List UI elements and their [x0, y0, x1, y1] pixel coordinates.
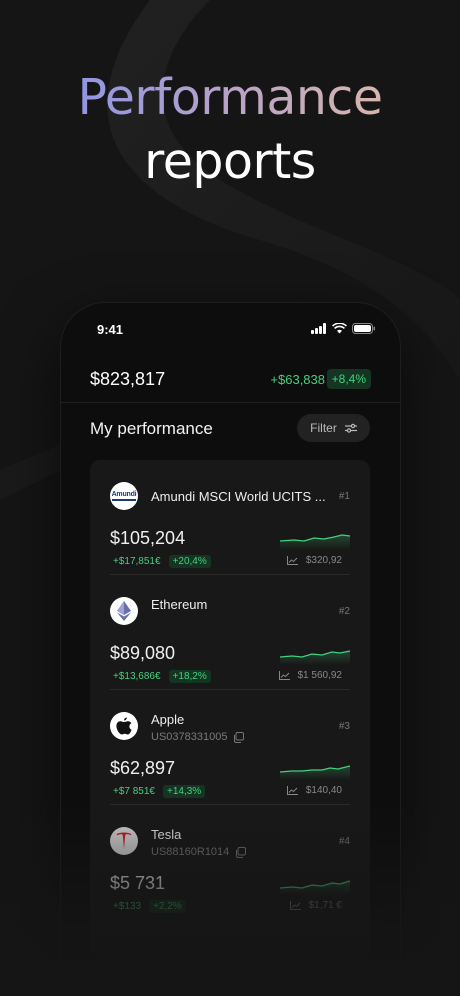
- headline: Performance reports: [0, 70, 460, 190]
- headline-line-1: Performance: [0, 70, 460, 126]
- ethereum-icon: [110, 597, 138, 625]
- asset-name: Tesla: [151, 827, 182, 842]
- sliders-icon: [344, 423, 357, 433]
- asset-change-abs: +$17,851€: [113, 556, 161, 567]
- asset-rank: #2: [338, 606, 350, 617]
- filter-button[interactable]: Filter: [297, 414, 370, 442]
- asset-change-abs: +$133: [113, 901, 142, 912]
- portfolio-gain-pct: +8,4%: [326, 369, 371, 389]
- asset-row[interactable]: Ethereum #2 $89,080 +$13,686€ +18,2% $1 …: [90, 575, 370, 690]
- asset-change-pct: +14,3%: [163, 785, 206, 798]
- phone-mockup: 9:41 $823,817 +$63,838 +8,4% My performa…: [61, 303, 400, 996]
- asset-value: $62,897: [110, 758, 176, 778]
- amundi-logo-text: Amundi: [111, 491, 137, 501]
- asset-change-pct: +2,2%: [149, 900, 186, 913]
- asset-name: Apple: [151, 712, 185, 727]
- asset-price: $1 560,92: [297, 670, 343, 681]
- status-time: 9:41: [97, 322, 124, 337]
- wifi-icon: [332, 323, 347, 334]
- tesla-icon: [110, 827, 138, 855]
- divider: [61, 402, 400, 403]
- portfolio-summary: $823,817 +$63,838 +8,4%: [61, 365, 400, 401]
- battery-icon: [352, 323, 375, 334]
- filter-label: Filter: [310, 421, 337, 435]
- asset-value: $89,080: [110, 643, 176, 663]
- amundi-logo: Amundi: [110, 482, 138, 510]
- chart-icon: [286, 786, 298, 795]
- asset-price: $1,71 €: [308, 900, 342, 911]
- asset-price: $140,40: [305, 785, 342, 796]
- asset-rank: #4: [338, 836, 350, 847]
- asset-rank: #3: [338, 721, 350, 732]
- sparkline: [280, 534, 350, 550]
- asset-value: $5 731: [110, 873, 166, 893]
- asset-price: $320,92: [305, 555, 342, 566]
- copy-icon[interactable]: [233, 731, 245, 743]
- chart-icon: [289, 901, 301, 910]
- portfolio-gain: +$63,838: [270, 372, 325, 387]
- chart-icon: [286, 556, 298, 565]
- chart-icon: [278, 671, 290, 680]
- asset-value: $105,204: [110, 528, 186, 548]
- asset-rank: #1: [338, 491, 350, 502]
- sparkline: [280, 650, 350, 665]
- asset-name: Amundi MSCI World UCITS ...: [151, 489, 326, 504]
- asset-change-pct: +20,4%: [168, 555, 211, 568]
- portfolio-balance: $823,817: [90, 369, 166, 389]
- asset-name: Ethereum: [151, 597, 208, 612]
- status-bar: 9:41: [61, 303, 400, 353]
- asset-isin: US88160R1014: [151, 846, 230, 858]
- headline-line-2: reports: [144, 133, 316, 190]
- performance-title: My performance: [90, 419, 213, 438]
- assets-card: Amundi Amundi MSCI World UCITS ... #1 $1…: [90, 460, 370, 996]
- asset-change-pct: +18,2%: [168, 670, 211, 683]
- sparkline: [280, 880, 350, 895]
- asset-row[interactable]: Amundi Amundi MSCI World UCITS ... #1 $1…: [90, 460, 370, 575]
- copy-icon[interactable]: [235, 846, 247, 858]
- sparkline: [280, 765, 350, 780]
- signal-icon: [311, 323, 326, 334]
- apple-icon: [110, 712, 138, 740]
- asset-row[interactable]: Tesla US88160R1014 #4 $5 731 +$133 +2,2%…: [90, 805, 370, 920]
- asset-change-abs: +$7 851€: [113, 786, 155, 797]
- asset-isin: US0378331005: [151, 731, 228, 743]
- asset-row[interactable]: Apple US0378331005 #3 $62,897 +$7 851€ +…: [90, 690, 370, 805]
- asset-change-abs: +$13,686€: [113, 671, 161, 682]
